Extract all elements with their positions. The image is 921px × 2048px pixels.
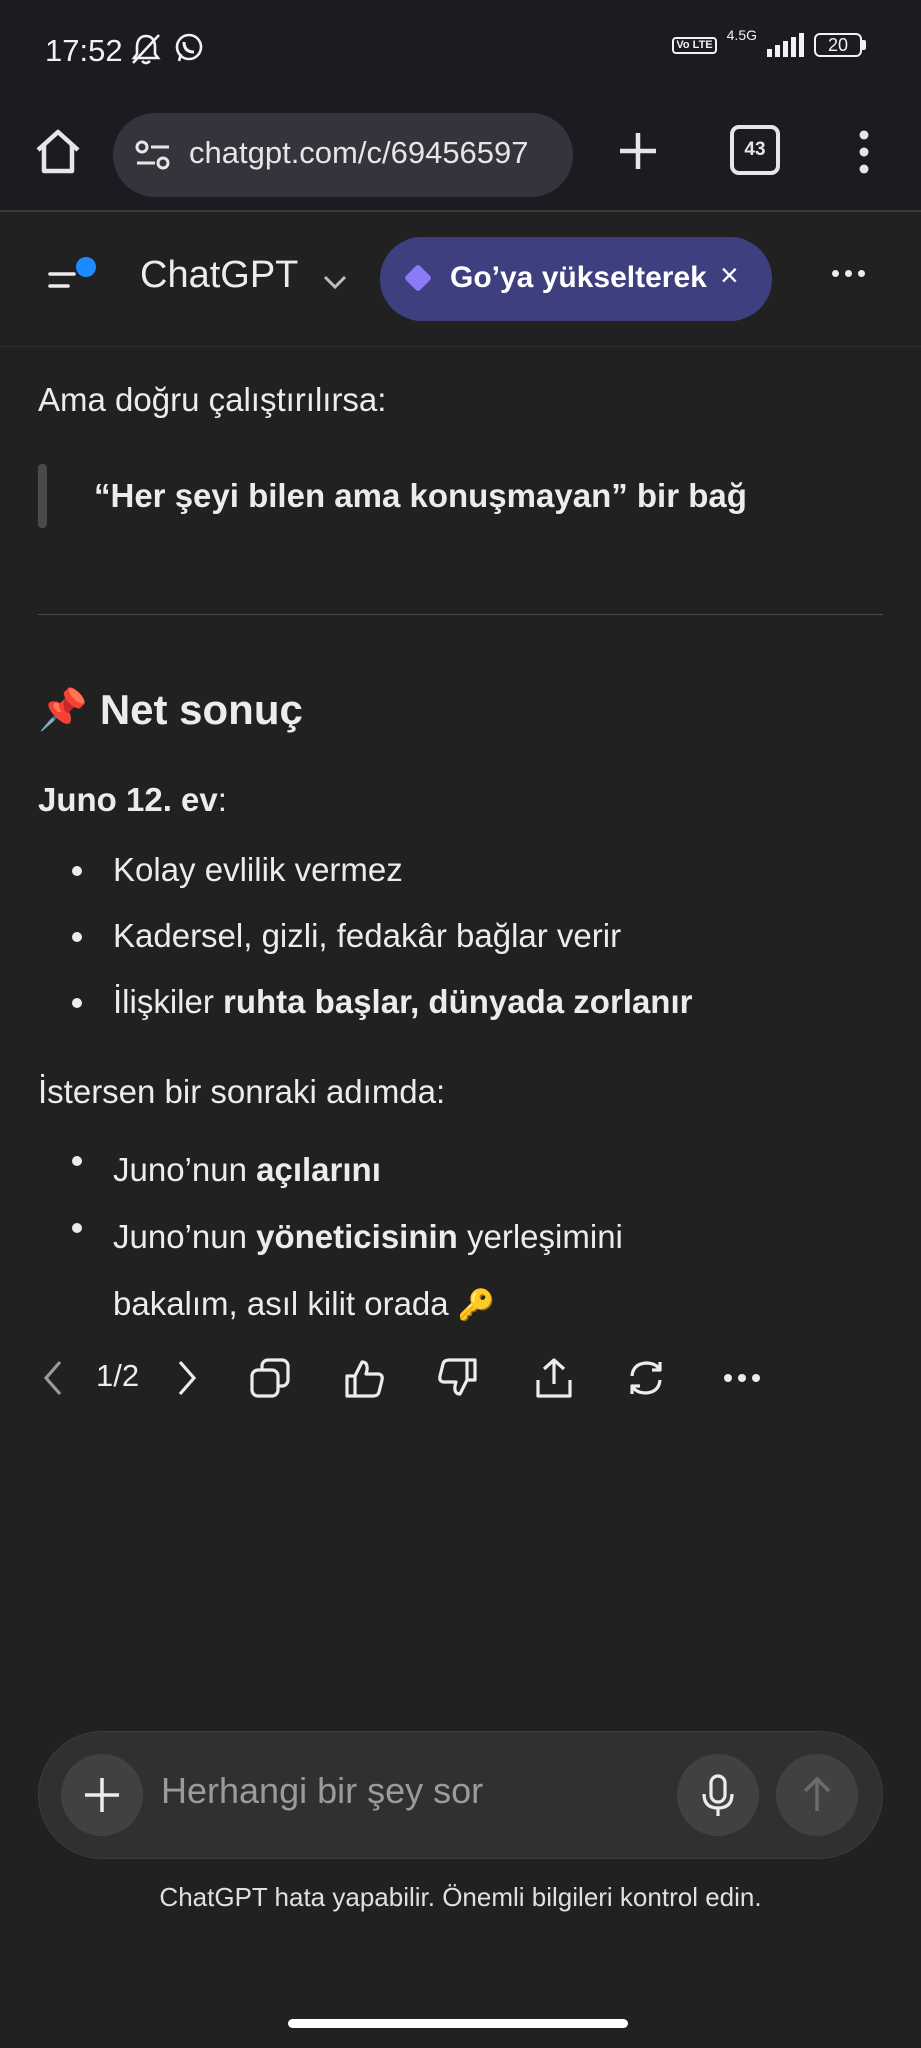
address-bar[interactable]: chatgpt.com/c/69456597 — [113, 113, 573, 197]
volte-badge: Vo LTE — [672, 36, 717, 54]
message-actions: 1/2 — [38, 1356, 778, 1404]
new-tab-plus-icon[interactable] — [610, 123, 666, 179]
upgrade-button[interactable]: Go’ya yükselterek × — [380, 237, 772, 321]
blockquote-bar — [38, 464, 47, 528]
section-heading: 📌 Net sonuç — [38, 686, 303, 734]
composer: Herhangi bir şey sor — [38, 1731, 883, 1859]
bullet-list-next: Juno’nun açılarını Juno’nun yöneticisini… — [38, 1136, 883, 1339]
tune-icon[interactable] — [135, 139, 171, 171]
upgrade-label: Go’ya yükselterek — [450, 261, 707, 294]
sidebar-menu-icon[interactable] — [46, 254, 106, 304]
chevron-down-icon[interactable] — [322, 274, 348, 290]
attach-button[interactable] — [61, 1754, 143, 1836]
status-right: Vo LTE 4.5G 20 — [672, 27, 866, 57]
send-button[interactable] — [776, 1754, 858, 1836]
diamond-icon — [403, 263, 433, 293]
plus-icon — [85, 1778, 119, 1812]
thumbs-up-icon[interactable] — [342, 1356, 386, 1400]
list-item: Kolay evlilik vermez — [38, 846, 883, 912]
more-vert-icon[interactable] — [850, 127, 878, 177]
network-type: 4.5G — [726, 27, 757, 43]
list-item: Juno’nun açılarını — [38, 1136, 883, 1203]
status-time: 17:52 — [45, 33, 123, 68]
more-horizontal-icon[interactable] — [722, 1356, 762, 1400]
share-icon[interactable] — [532, 1356, 576, 1400]
arrow-up-icon — [803, 1776, 831, 1811]
battery-level: 20 — [814, 33, 862, 57]
status-bar: 17:52 Vo LTE 4.5G 20 — [0, 0, 921, 105]
list-item: Juno’nun yöneticisinin yerleşimini bakal… — [38, 1203, 673, 1339]
heading-text: Net sonuç — [99, 686, 303, 733]
pushpin-icon: 📌 — [38, 688, 88, 732]
browser-toolbar: chatgpt.com/c/69456597 43 — [0, 105, 921, 212]
disclaimer: ChatGPT hata yapabilir. Önemli bilgileri… — [159, 1882, 762, 1912]
model-title[interactable]: ChatGPT — [140, 254, 298, 297]
microphone-button[interactable] — [677, 1754, 759, 1836]
home-icon[interactable] — [30, 123, 86, 179]
regenerate-icon[interactable] — [624, 1356, 668, 1400]
bell-off-icon — [131, 34, 161, 65]
close-icon[interactable]: × — [720, 257, 739, 294]
tab-switcher-button[interactable]: 43 — [730, 125, 780, 175]
battery-icon: 20 — [814, 33, 866, 57]
more-horizontal-icon[interactable] — [832, 270, 865, 277]
chevron-right-icon[interactable] — [174, 1356, 200, 1400]
paragraph-juno: Juno 12. ev: — [38, 781, 227, 818]
copy-icon[interactable] — [248, 1356, 292, 1400]
prompt-input[interactable]: Herhangi bir şey sor — [161, 1770, 483, 1812]
chat-header: ChatGPT Go’ya yükselterek × — [0, 212, 921, 347]
signal-icon — [767, 33, 804, 57]
paragraph-intro: Ama doğru çalıştırılırsa: — [38, 381, 387, 418]
list-item: Kadersel, gizli, fedakâr bağlar verir — [38, 912, 883, 978]
response-pager: 1/2 — [96, 1358, 140, 1393]
gesture-home-bar[interactable] — [288, 2019, 628, 2028]
list-item: İlişkiler ruhta başlar, dünyada zorlanır — [38, 978, 883, 1044]
whatsapp-icon — [175, 33, 203, 62]
url-text[interactable]: chatgpt.com/c/69456597 — [189, 135, 529, 171]
microphone-icon — [702, 1774, 734, 1816]
blockquote: “Her şeyi bilen ama konuşmayan” bir bağ — [38, 464, 883, 528]
paragraph-next-step: İstersen bir sonraki adımda: — [38, 1073, 446, 1110]
divider — [38, 614, 883, 615]
chevron-left-icon[interactable] — [40, 1356, 66, 1400]
bullet-list-result: Kolay evlilik vermez Kadersel, gizli, fe… — [38, 846, 883, 1044]
blockquote-text: “Her şeyi bilen ama konuşmayan” bir bağ — [94, 477, 747, 514]
thumbs-down-icon[interactable] — [436, 1356, 480, 1400]
key-icon: 🔑 — [457, 1289, 496, 1322]
